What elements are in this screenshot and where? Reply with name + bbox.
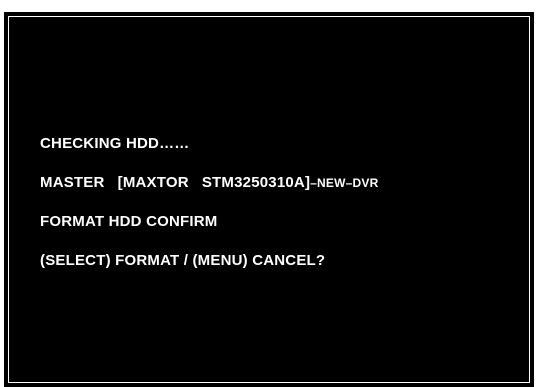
dvr-screen: CHECKING HDD…… MASTER [MAXTOR STM3250310…	[4, 12, 534, 387]
format-confirm-heading: FORMAT HDD CONFIRM	[40, 213, 218, 230]
master-drive-suffix: –NEW–DVR	[310, 176, 379, 190]
master-drive-info: MASTER [MAXTOR STM3250310A]–NEW–DVR	[40, 174, 378, 191]
format-cancel-prompt: (SELECT) FORMAT / (MENU) CANCEL?	[40, 252, 326, 269]
master-drive-label: MASTER [MAXTOR STM3250310A]	[40, 174, 311, 191]
checking-hdd-status: CHECKING HDD……	[40, 135, 190, 152]
